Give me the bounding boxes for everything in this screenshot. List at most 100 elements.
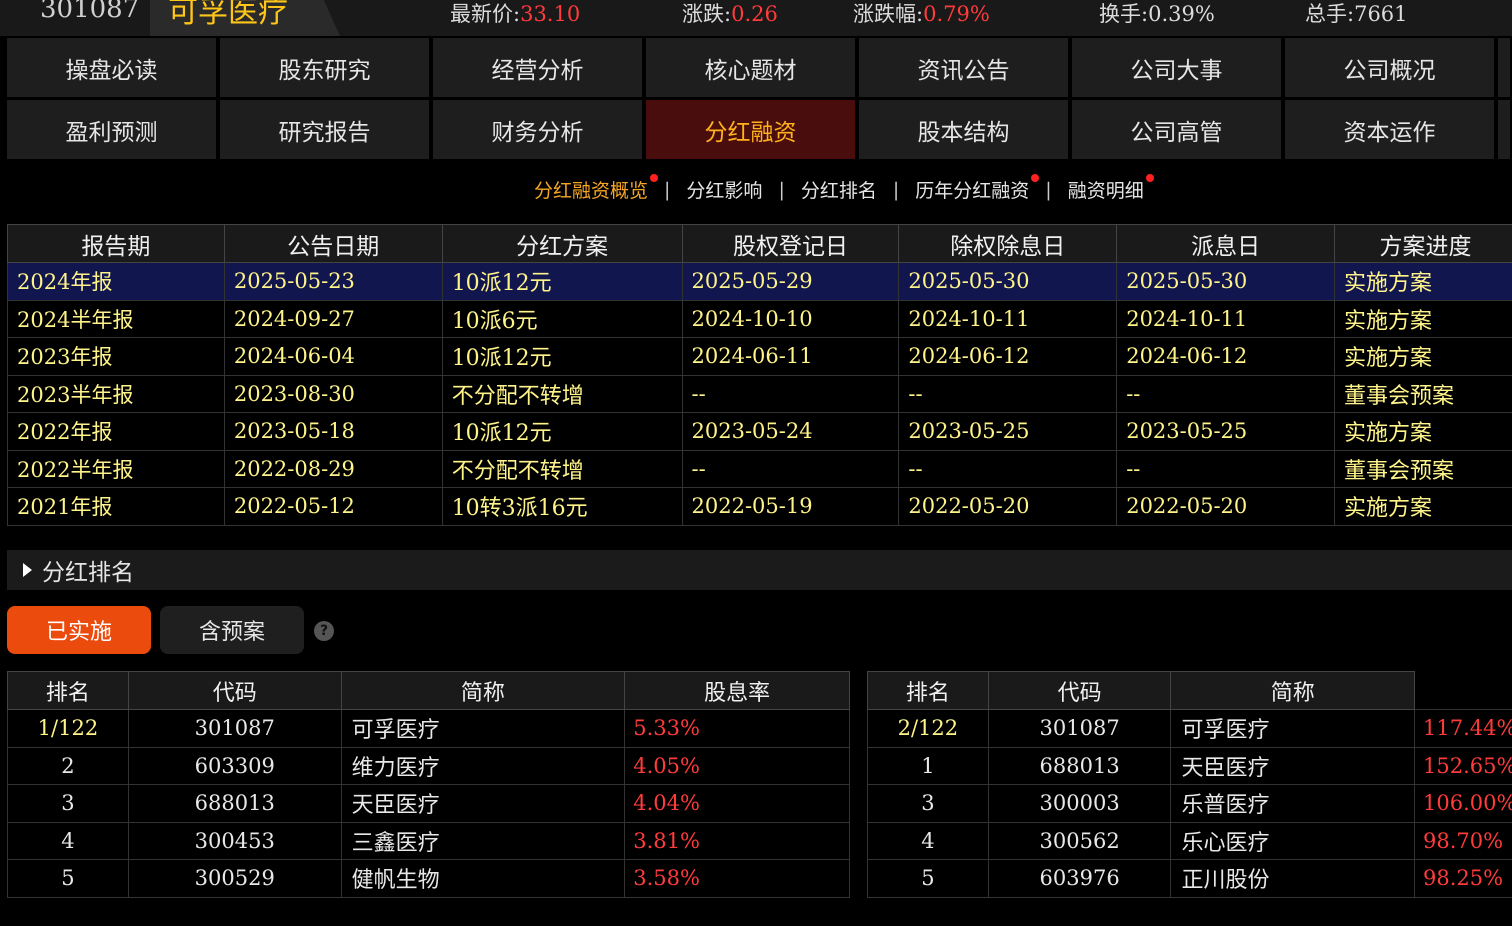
table-cell: 10转3派16元 [441,487,683,526]
column-header[interactable]: 简称 [340,671,626,710]
table-cell: 2024-06-12 [1116,337,1336,376]
table-row[interactable]: 4 300562 乐心医疗 98.70% [867,821,1512,860]
subnav-item-0[interactable]: 分红融资概览 [530,174,659,203]
subnav-separator: | [778,178,785,201]
column-header[interactable]: 公告日期 [223,224,443,263]
table-cell: 天臣医疗 [340,784,626,823]
table-row[interactable]: 5 300529 健帆生物 3.58% [7,859,850,898]
nav-more-row1[interactable] [1498,38,1510,97]
table-cell: 2022年报 [7,412,225,451]
table-cell: 10派12元 [441,262,683,301]
table-cell: 688013 [127,784,342,823]
subnav-label: 分红排名 [800,180,877,202]
column-header[interactable]: 股息率 [624,671,850,710]
column-header[interactable]: 排名 [867,671,989,710]
nav-tab-row2-2[interactable]: 财务分析 [433,100,642,159]
nav-tab-row1-6[interactable]: 公司概况 [1285,38,1494,97]
table-cell: 152.65% [1414,746,1512,785]
table-row[interactable]: 5 603976 正川股份 98.25% [867,859,1512,898]
nav-tab-row2-3[interactable]: 分红融资 [646,100,855,159]
ranking-title: 分红排名 [42,560,134,586]
column-header[interactable]: 报告期 [7,224,225,263]
table-row[interactable]: 2021年报 2022-05-12 10转3派16元 2022-05-19 2022-0… [7,487,1512,526]
table-row[interactable]: 2/122 301087 可孚医疗 117.44% [867,709,1512,748]
expand-triangle-icon [23,563,32,577]
stock-header: 301087 可孚医疗 最新价:33.10 涨跌:0.26 涨跌幅:0.79% 换手:… [0,0,1512,36]
stat-label: 最新价: [450,2,521,26]
table-cell: 4 [7,821,129,860]
stat-label: 涨跌幅: [853,2,924,26]
table-cell: -- [1116,374,1336,413]
table-row[interactable]: 2024年报 2025-05-23 10派12元 2025-05-29 2025-05-… [7,262,1512,301]
implemented-button[interactable]: 已实施 [7,606,151,654]
table-row[interactable]: 1/122 301087 可孚医疗 5.33% [7,709,850,748]
table-cell: -- [1116,449,1336,488]
table-cell: 3.58% [624,859,850,898]
table-cell: 乐心医疗 [1170,821,1415,860]
with-plan-button[interactable]: 含预案 [160,606,304,654]
table-row[interactable]: 3 300003 乐普医疗 106.00% [867,784,1512,823]
table-cell: 2023-05-24 [681,412,900,451]
table-cell: 2022-05-20 [898,487,1118,526]
table-row[interactable]: 4 300453 三鑫医疗 3.81% [7,821,850,860]
nav-tab-row1-0[interactable]: 操盘必读 [7,38,216,97]
table-cell: -- [898,449,1118,488]
nav-more-row2[interactable] [1498,100,1510,159]
table-row[interactable]: 2 603309 维力医疗 4.05% [7,746,850,785]
nav-tab-row2-1[interactable]: 研究报告 [220,100,429,159]
dividend-yield-ranking-table: 排名 代码 简称 股息率 1/122 301087 可孚医疗 5.33% 2 603309 维力医… [7,671,850,898]
nav-tab-row2-0[interactable]: 盈利预测 [7,100,216,159]
table-cell: 实施方案 [1334,337,1512,376]
table-row[interactable]: 1 688013 天臣医疗 152.65% [867,746,1512,785]
column-header[interactable]: 代码 [127,671,342,710]
table-cell: 2023半年报 [7,374,225,413]
stock-name: 可孚医疗 [150,0,340,36]
column-header[interactable]: 除权除息日 [898,224,1118,263]
table-row[interactable]: 2023半年报 2023-08-30 不分配不转增 -- -- -- 董事会预案 [7,374,1512,413]
table-row[interactable]: 2022半年报 2022-08-29 不分配不转增 -- -- -- 董事会预案 [7,449,1512,488]
subnav-item-4[interactable]: 融资明细 [1064,174,1154,203]
help-icon[interactable]: ? [314,621,334,641]
nav-tab-row2-5[interactable]: 公司高管 [1072,100,1281,159]
nav-tab-row1-3[interactable]: 核心题材 [646,38,855,97]
table-cell: 2 [7,746,129,785]
nav-tab-row1-4[interactable]: 资讯公告 [859,38,1068,97]
table-cell: 5 [7,859,129,898]
nav-tab-row1-2[interactable]: 经营分析 [433,38,642,97]
stat-value: 0.39% [1148,2,1215,26]
subnav-item-1[interactable]: 分红影响 [682,176,766,203]
table-row[interactable]: 3 688013 天臣医疗 4.04% [7,784,850,823]
table-cell: 2025-05-30 [898,262,1118,301]
subnav-item-2[interactable]: 分红排名 [797,176,881,203]
column-header[interactable]: 股权登记日 [681,224,900,263]
table-cell: 2025-05-23 [223,262,443,301]
column-header[interactable]: 排名 [7,671,129,710]
column-header[interactable]: 派息日 [1116,224,1336,263]
table-cell: 2024-10-10 [681,299,900,338]
table-cell: 不分配不转增 [441,374,683,413]
ranking-section-toggle[interactable]: 分红排名 [7,550,1512,590]
table-cell: 4 [867,821,989,860]
column-header[interactable]: 方案进度 [1334,224,1512,263]
nav-tab-row2-4[interactable]: 股本结构 [859,100,1068,159]
table-cell: 300003 [987,784,1172,823]
table-row[interactable]: 2024半年报 2024-09-27 10派6元 2024-10-10 2024-10-… [7,299,1512,338]
column-header[interactable]: 简称 [1170,671,1415,710]
nav-tab-row2-6[interactable]: 资本运作 [1285,100,1494,159]
table-cell: 2024-06-04 [223,337,443,376]
stat-label: 总手: [1305,2,1355,26]
stat-value: 0.26 [731,2,778,26]
table-cell: 维力医疗 [340,746,626,785]
column-header[interactable]: 分红方案 [441,224,683,263]
subnav-item-3[interactable]: 历年分红融资 [911,174,1040,203]
column-header[interactable]: 代码 [987,671,1172,710]
table-cell: 乐普医疗 [1170,784,1415,823]
stat-2: 涨跌幅:0.79% [853,0,990,28]
table-cell: 4.04% [624,784,850,823]
table-row[interactable]: 2022年报 2023-05-18 10派12元 2023-05-24 2023-05-… [7,412,1512,451]
subnav-label: 分红融资概览 [534,180,649,202]
table-row[interactable]: 2023年报 2024-06-04 10派12元 2024-06-11 2024-06-… [7,337,1512,376]
nav-tab-row1-1[interactable]: 股东研究 [220,38,429,97]
table-cell: 2022-05-12 [223,487,443,526]
nav-tab-row1-5[interactable]: 公司大事 [1072,38,1281,97]
